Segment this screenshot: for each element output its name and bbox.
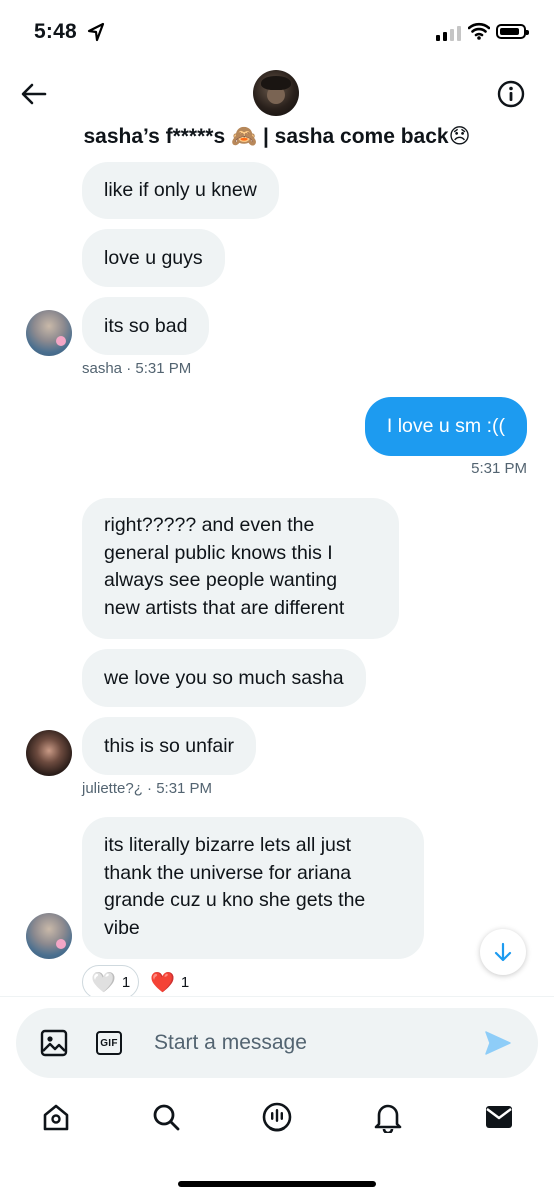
search-icon (153, 1104, 180, 1131)
battery-icon (496, 24, 529, 39)
home-icon (43, 1104, 69, 1131)
message-text: its so bad (104, 315, 188, 337)
home-indicator (178, 1181, 376, 1187)
scroll-to-bottom-button[interactable] (480, 929, 526, 975)
message-bubble[interactable]: right????? and even the general public k… (82, 498, 399, 639)
reaction-count: 1 (121, 973, 131, 991)
image-icon[interactable] (40, 1029, 68, 1057)
message-bubble[interactable]: this is so unfair (82, 717, 257, 775)
gif-icon[interactable]: GIF (96, 1031, 122, 1055)
tab-messages[interactable] (481, 1099, 517, 1135)
message-text: we love you so much sasha (104, 667, 344, 689)
message-line: grande cuz u kno she gets the (104, 889, 366, 911)
message-line: vibe (104, 916, 140, 939)
message-line: right????? and even the (104, 514, 315, 536)
message-bubble[interactable]: like if only u knew (82, 162, 279, 219)
tab-spaces[interactable] (259, 1099, 295, 1135)
cellular-signal-icon (436, 26, 461, 41)
message-line: general public knows this I (104, 541, 333, 564)
send-icon[interactable] (484, 1030, 512, 1056)
message-text: like if only u knew (104, 179, 257, 201)
group-avatar[interactable] (253, 70, 299, 116)
reaction-white-heart[interactable]: 🤍 1 (82, 965, 140, 999)
tab-notifications[interactable] (370, 1099, 406, 1135)
message-bubble[interactable]: we love you so much sasha (82, 649, 366, 707)
tab-search[interactable] (148, 1099, 184, 1135)
white-heart-emoji: 🤍 (91, 971, 116, 994)
tab-home[interactable] (38, 1099, 74, 1135)
arrow-down-icon (494, 942, 512, 962)
message-text: love u guys (104, 247, 203, 269)
reaction-count: 1 (180, 973, 190, 991)
conversation-title[interactable]: sasha’s f*****s 🙈 | sasha come back😞 (0, 124, 554, 149)
avatar-juliette[interactable] (26, 730, 72, 776)
back-arrow-icon[interactable] (20, 80, 48, 108)
sent-message-bubble[interactable]: I love u sm :(( (364, 397, 527, 456)
message-meta: 5:31 PM (471, 460, 527, 477)
message-bubble[interactable]: its so bad (82, 297, 210, 355)
info-icon[interactable] (496, 79, 526, 109)
message-text: this is so unfair (104, 735, 235, 757)
reaction-red-heart[interactable]: ❤️ 1 (150, 965, 190, 999)
message-line: its literally bizarre lets all just (104, 834, 352, 856)
red-heart-emoji: ❤️ (150, 971, 175, 994)
location-arrow-icon (87, 22, 105, 42)
avatar-sasha[interactable] (26, 310, 72, 356)
message-bubble[interactable]: its literally bizarre lets all just than… (82, 817, 424, 959)
notifications-icon (374, 1104, 402, 1133)
message-text: I love u sm :(( (386, 415, 505, 437)
spaces-icon (262, 1102, 292, 1132)
message-line: thank the universe for ariana (104, 861, 352, 884)
message-meta: sasha · 5:31 PM (82, 360, 192, 377)
message-composer (16, 1008, 538, 1078)
status-time: 5:48 (34, 20, 77, 43)
message-line: new artists that are different (104, 596, 345, 619)
avatar-sasha[interactable] (26, 913, 72, 959)
message-line: always see people wanting (104, 569, 338, 591)
wifi-icon (468, 22, 490, 40)
message-input[interactable] (154, 1026, 454, 1060)
message-bubble[interactable]: love u guys (82, 229, 225, 287)
message-meta: juliette?¿ · 5:31 PM (82, 780, 213, 797)
messages-icon (486, 1106, 512, 1128)
